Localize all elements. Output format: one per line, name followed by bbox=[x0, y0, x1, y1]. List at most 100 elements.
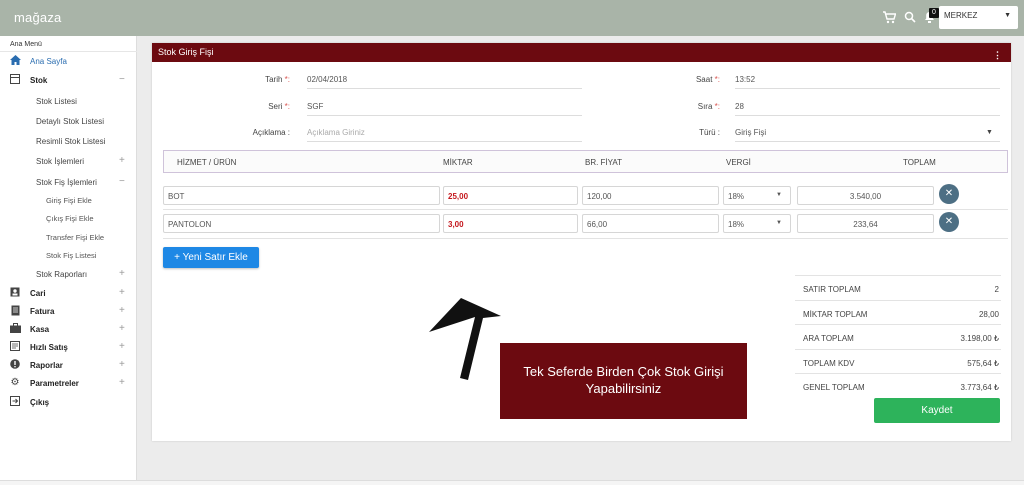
expand-toggle[interactable]: + bbox=[119, 377, 125, 388]
collapse-toggle[interactable]: − bbox=[119, 74, 125, 85]
caret-down-icon[interactable]: ▼ bbox=[986, 129, 993, 136]
branch-select-value: MERKEZ bbox=[944, 11, 978, 20]
unit-price-input[interactable]: 66,00 bbox=[582, 214, 719, 233]
tooltip-callout: Tek Seferde Birden Çok Stok Girişi Yapab… bbox=[500, 343, 747, 419]
sidebar: Ana Menü Ana Sayfa Stok − Stok Listesi D… bbox=[0, 36, 137, 480]
invoice-icon bbox=[9, 305, 21, 317]
totals-row: TOPLAM KDV 575,64 ₺ bbox=[795, 349, 1001, 374]
top-navbar: mağaza 0 MERKEZ ▼ bbox=[0, 0, 1024, 36]
tax-select-value: 18% bbox=[728, 192, 745, 201]
delete-row-button[interactable]: ✕ bbox=[939, 184, 959, 204]
seq-label: Sıra *: bbox=[697, 102, 720, 111]
time-field[interactable]: 13:52 bbox=[735, 75, 1000, 89]
caret-down-icon: ▼ bbox=[776, 220, 782, 226]
time-label: Saat *: bbox=[695, 75, 720, 84]
tax-select[interactable]: 18% ▼ bbox=[723, 214, 791, 233]
collapse-toggle[interactable]: − bbox=[119, 176, 125, 187]
tooltip-line-2: Yapabilirsiniz bbox=[585, 381, 662, 396]
delete-row-button[interactable]: ✕ bbox=[939, 212, 959, 232]
sidebar-heading: Ana Menü bbox=[10, 41, 42, 48]
type-select[interactable]: Giriş Fişi bbox=[735, 128, 1000, 142]
items-table-header: HİZMET / ÜRÜN MİKTAR BR. FİYAT VERGİ TOP… bbox=[163, 150, 1008, 173]
total-field: 233,64 bbox=[797, 214, 934, 233]
expand-toggle[interactable]: + bbox=[119, 287, 125, 298]
series-label: Seri *: bbox=[268, 102, 290, 111]
sidebar-item-detayli-stok-listesi[interactable]: Detaylı Stok Listesi bbox=[0, 114, 137, 131]
col-unit-price: BR. FİYAT bbox=[585, 158, 623, 167]
sidebar-item-fatura[interactable]: Fatura + bbox=[0, 304, 137, 321]
row-divider bbox=[163, 238, 1008, 239]
sidebar-item-hizli-satis[interactable]: Hızlı Satış + bbox=[0, 340, 137, 357]
type-label: Türü : bbox=[699, 128, 720, 137]
totals-row: MİKTAR TOPLAM 28,00 bbox=[795, 300, 1001, 325]
total-field: 3.540,00 bbox=[797, 186, 934, 205]
bottom-bar bbox=[0, 480, 1024, 485]
seq-field[interactable]: 28 bbox=[735, 102, 1000, 116]
date-field[interactable]: 02/04/2018 bbox=[307, 75, 582, 89]
sidebar-item-stok-listesi[interactable]: Stok Listesi bbox=[0, 94, 137, 111]
brand-logo[interactable]: mağaza bbox=[14, 10, 61, 25]
description-label: Açıklama : bbox=[252, 128, 290, 137]
sidebar-item-giris-fisi-ekle[interactable]: Giriş Fişi Ekle bbox=[0, 193, 137, 210]
unit-price-input[interactable]: 120,00 bbox=[582, 186, 719, 205]
home-icon bbox=[9, 55, 21, 67]
sidebar-item-ana-sayfa[interactable]: Ana Sayfa bbox=[0, 54, 137, 71]
series-field[interactable]: SGF bbox=[307, 102, 582, 116]
sidebar-item-cari[interactable]: Cari + bbox=[0, 286, 137, 303]
expand-toggle[interactable]: + bbox=[119, 155, 125, 166]
briefcase-icon bbox=[9, 323, 21, 335]
sidebar-item-resimli-stok-listesi[interactable]: Resimli Stok Listesi bbox=[0, 134, 137, 151]
tax-select-value: 18% bbox=[728, 220, 745, 229]
report-icon bbox=[9, 359, 21, 371]
totals-row: SATIR TOPLAM 2 bbox=[795, 275, 1001, 300]
sidebar-item-stok-raporlari[interactable]: Stok Raporları + bbox=[0, 267, 137, 284]
notification-badge: 0 bbox=[929, 8, 939, 18]
caret-down-icon: ▼ bbox=[1004, 12, 1011, 19]
sidebar-item-raporlar[interactable]: Raporlar + bbox=[0, 358, 137, 375]
description-input[interactable]: Açıklama Giriniz bbox=[307, 128, 582, 142]
sidebar-item-transfer-fisi-ekle[interactable]: Transfer Fişi Ekle bbox=[0, 230, 137, 247]
sidebar-item-stok-islemleri[interactable]: Stok İşlemleri + bbox=[0, 154, 137, 171]
quantity-input[interactable]: 25,00 bbox=[443, 186, 578, 205]
product-input[interactable]: PANTOLON bbox=[163, 214, 440, 233]
sidebar-divider bbox=[0, 51, 137, 52]
totals-row: ARA TOPLAM 3.198,00 ₺ bbox=[795, 324, 1001, 349]
product-input[interactable]: BOT bbox=[163, 186, 440, 205]
save-button[interactable]: Kaydet bbox=[874, 398, 1000, 423]
quick-sale-icon bbox=[9, 341, 21, 353]
add-row-button[interactable]: + Yeni Satır Ekle bbox=[163, 247, 259, 268]
sidebar-item-stok[interactable]: Stok − bbox=[0, 73, 137, 90]
logout-icon bbox=[9, 396, 21, 408]
expand-toggle[interactable]: + bbox=[119, 268, 125, 279]
contact-icon bbox=[9, 287, 21, 299]
sidebar-item-cikis[interactable]: Çıkış bbox=[0, 395, 137, 412]
sidebar-item-stok-fis-islemleri[interactable]: Stok Fiş İşlemleri − bbox=[0, 175, 137, 192]
expand-toggle[interactable]: + bbox=[119, 323, 125, 334]
expand-toggle[interactable]: + bbox=[119, 359, 125, 370]
branch-select[interactable]: MERKEZ ▼ bbox=[939, 6, 1018, 29]
quantity-input[interactable]: 3,00 bbox=[443, 214, 578, 233]
cart-icon[interactable] bbox=[882, 11, 897, 27]
sidebar-item-cikis-fisi-ekle[interactable]: Çıkış Fişi Ekle bbox=[0, 211, 137, 228]
stock-icon bbox=[9, 74, 21, 86]
gear-icon: ⚙ bbox=[10, 377, 20, 388]
expand-toggle[interactable]: + bbox=[119, 305, 125, 316]
expand-toggle[interactable]: + bbox=[119, 341, 125, 352]
search-icon[interactable] bbox=[904, 11, 916, 26]
tax-select[interactable]: 18% ▼ bbox=[723, 186, 791, 205]
row-divider bbox=[163, 209, 1008, 210]
sidebar-item-parametreler[interactable]: ⚙ Parametreler + bbox=[0, 376, 137, 393]
more-options-icon[interactable]: ⋮ bbox=[993, 50, 1002, 61]
page-title: Stok Giriş Fişi bbox=[158, 47, 214, 57]
col-total: TOPLAM bbox=[903, 158, 936, 167]
totals-row: GENEL TOPLAM 3.773,64 ₺ bbox=[795, 373, 1001, 398]
card-header: Stok Giriş Fişi ⋮ bbox=[152, 43, 1011, 62]
sidebar-item-stok-fis-listesi[interactable]: Stok Fiş Listesi bbox=[0, 248, 137, 265]
sidebar-item-kasa[interactable]: Kasa + bbox=[0, 322, 137, 339]
date-label: Tarih *: bbox=[265, 75, 290, 84]
tooltip-line-1: Tek Seferde Birden Çok Stok Girişi bbox=[523, 364, 724, 379]
caret-down-icon: ▼ bbox=[776, 192, 782, 198]
col-tax: VERGİ bbox=[726, 158, 751, 167]
col-product: HİZMET / ÜRÜN bbox=[177, 158, 237, 167]
col-quantity: MİKTAR bbox=[443, 158, 473, 167]
